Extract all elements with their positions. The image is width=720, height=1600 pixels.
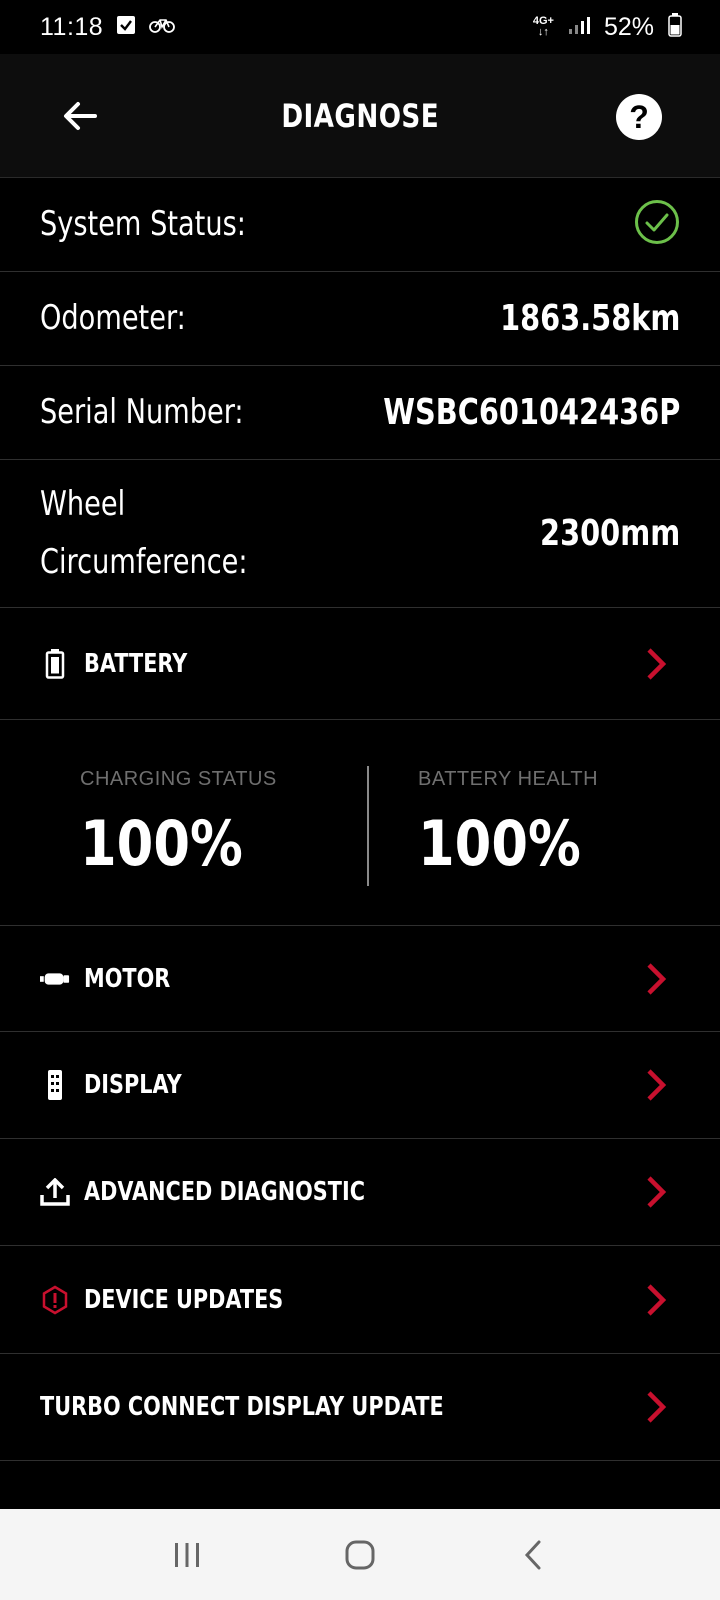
arrow-left-icon: [64, 102, 97, 130]
battery-section-row[interactable]: BATTERY: [0, 608, 720, 720]
home-icon: [345, 1540, 375, 1569]
odometer-label: Odometer:: [40, 297, 186, 338]
display-remote-icon: [40, 1070, 70, 1100]
wheel-circumference-value: 2300mm: [539, 513, 680, 554]
motor-section-row[interactable]: MOTOR: [0, 926, 720, 1032]
battery-health-label: BATTERY HEALTH: [418, 768, 599, 790]
chevron-right-icon: [647, 1283, 667, 1316]
chevron-right-icon: [647, 647, 667, 680]
chevron-right-icon: [647, 962, 667, 995]
battery-health-value: 100%: [418, 807, 581, 880]
display-section-row[interactable]: DISPLAY: [0, 1032, 720, 1139]
wheel-label-line2: Circumference:: [40, 541, 248, 582]
checkbox-notification-icon: [117, 15, 136, 39]
device-updates-section-row[interactable]: DEVICE UPDATES: [0, 1246, 720, 1354]
status-bar-right: 4G+ ↓↑ 52%: [532, 12, 682, 42]
status-bar-left: 11:18: [40, 12, 176, 42]
app-header: DIAGNOSE ?: [0, 54, 720, 178]
recent-apps-icon: [174, 1542, 199, 1567]
turbo-connect-display-update-row[interactable]: TURBO CONNECT DISPLAY UPDATE: [0, 1354, 720, 1461]
network-type-label: 4G+: [532, 15, 554, 27]
turbo-connect-label: TURBO CONNECT DISPLAY UPDATE: [40, 1392, 444, 1422]
chevron-right-icon: [647, 1176, 667, 1208]
odometer-value: 1863.58km: [499, 298, 680, 339]
network-type-icon: 4G+ ↓↑: [532, 15, 554, 38]
motor-label: MOTOR: [84, 963, 171, 994]
wheel-circumference-label: Wheel Circumference:: [40, 476, 248, 592]
chevron-left-icon: [525, 1540, 541, 1569]
battery-icon: [40, 648, 70, 679]
advanced-diagnostic-label: ADVANCED DIAGNOSTIC: [84, 1177, 365, 1207]
warning-octagon-icon: [40, 1285, 70, 1315]
question-mark-icon: ?: [629, 99, 649, 135]
charging-status-label: CHARGING STATUS: [80, 768, 277, 790]
system-status-row: System Status:: [0, 178, 720, 272]
stat-divider: [367, 766, 369, 886]
system-nav-bar: [0, 1509, 720, 1600]
signal-icon: [568, 15, 590, 40]
device-updates-label: DEVICE UPDATES: [84, 1284, 284, 1315]
battery-health-stat: BATTERY HEALTH 100%: [418, 768, 610, 880]
serial-number-value: WSBC601042436P: [382, 392, 680, 433]
wheel-label-line1: Wheel: [40, 483, 126, 524]
bicycle-notification-icon: [149, 17, 176, 38]
charging-status-stat: CHARGING STATUS 100%: [80, 768, 277, 880]
charging-status-value: 100%: [80, 807, 243, 880]
odometer-row: Odometer: 1863.58km: [0, 272, 720, 366]
battery-status-icon: [668, 12, 682, 42]
battery-label: BATTERY: [84, 648, 188, 679]
upload-icon: [40, 1177, 70, 1207]
status-bar: 11:18 4G+ ↓↑ 52%: [0, 0, 720, 54]
motor-icon: [40, 964, 70, 994]
diagnose-screen: 11:18 4G+ ↓↑ 52% DIAGNOSE ? System Statu…: [0, 0, 720, 1600]
battery-stats: CHARGING STATUS 100% BATTERY HEALTH 100%: [0, 720, 720, 926]
home-button[interactable]: [330, 1525, 390, 1585]
serial-number-label: Serial Number:: [40, 391, 244, 432]
system-back-button[interactable]: [503, 1525, 563, 1585]
display-label: DISPLAY: [84, 1070, 182, 1100]
chevron-right-icon: [647, 1391, 667, 1423]
advanced-diagnostic-section-row[interactable]: ADVANCED DIAGNOSTIC: [0, 1139, 720, 1246]
chevron-right-icon: [647, 1069, 667, 1101]
help-button[interactable]: ?: [616, 94, 662, 140]
page-title: DIAGNOSE: [281, 96, 439, 135]
recent-apps-button[interactable]: [157, 1525, 217, 1585]
back-button[interactable]: [58, 94, 102, 138]
check-circle-icon: [634, 199, 680, 250]
battery-percent: 52%: [603, 12, 654, 41]
status-time: 11:18: [40, 12, 104, 41]
serial-number-row: Serial Number: WSBC601042436P: [0, 366, 720, 460]
wheel-circumference-row: Wheel Circumference: 2300mm: [0, 460, 720, 608]
system-status-label: System Status:: [40, 203, 246, 244]
